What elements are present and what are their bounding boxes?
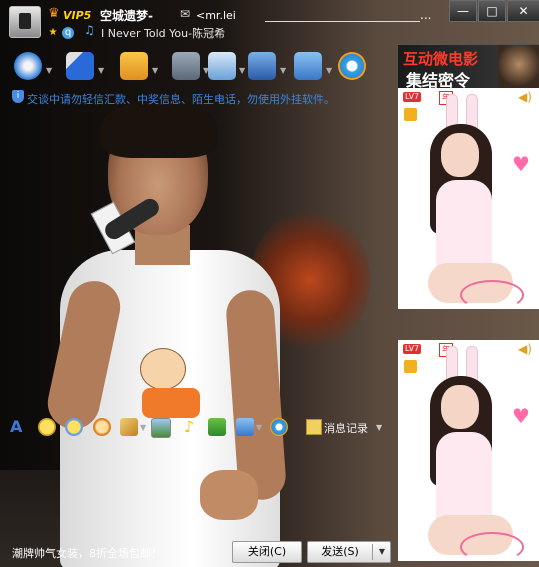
minimize-button[interactable]: — [449,0,477,22]
ad-title: 互动微电影 [403,50,479,68]
music-icon[interactable]: ♪ [180,418,198,436]
send-divider [372,544,373,560]
email-ellipsis: ... [420,8,432,22]
star-icon: ★ [48,27,58,38]
magic-emoji-icon[interactable] [65,418,83,436]
speaker-icon[interactable]: ◀) [518,90,532,104]
image-icon[interactable] [151,418,171,438]
speaker-icon[interactable]: ◀) [518,342,532,356]
text-ad-link[interactable]: 潮牌帅气女装，8折全场包邮！ [12,545,162,561]
email-underline [265,21,420,22]
chevron-down-icon[interactable]: ▼ [152,66,158,75]
avatar-face [441,385,479,429]
show-level-badge: LV7 [403,92,422,102]
music-note-icon: ♫ [84,23,95,37]
contact-email: <mr.lei [196,9,236,22]
avatar-decoration [460,532,524,562]
app-box-icon[interactable] [248,52,276,80]
mail-icon: ✉ [180,7,191,21]
skype-icon[interactable] [270,418,288,436]
send-file-icon[interactable] [120,52,148,80]
nudge-icon[interactable] [93,418,111,436]
mini-game-icon[interactable] [208,418,226,436]
chevron-down-icon[interactable]: ▼ [256,423,262,432]
send-sms-icon[interactable] [172,52,200,80]
avatar-face [441,133,479,177]
send-button[interactable]: 发送(S) [308,542,372,562]
singer-hair [100,100,218,158]
screenshot-icon[interactable] [120,418,138,436]
create-discussion-icon[interactable] [208,52,236,80]
contact-show-panel[interactable]: LV7 年 ◀) ♥ [398,88,539,310]
ad-subtitle: 集结密令 [406,71,471,89]
chevron-down-icon[interactable]: ▼ [98,66,104,75]
title-bar: ♛ VIP5 空城遗梦- ✉ <mr.lei ... ★ q ♫ I Never … [0,0,539,44]
shirt-cartoon-body [142,388,200,418]
contact-avatar[interactable] [9,6,41,38]
gift-icon[interactable] [404,360,417,373]
shirt-cartoon-head [140,348,186,390]
close-window-button[interactable]: ✕ [507,0,539,22]
show-level-badge: LV7 [403,344,422,354]
maximize-button[interactable]: □ [478,0,506,22]
ad-image [498,45,539,88]
security-notice: 交谈中请勿轻信汇款、中奖信息、陌生电话，勿使用外挂软件。 [27,93,335,106]
status-icons: ★ q [47,24,77,39]
shield-icon: i [12,90,24,103]
send-button-group: 发送(S) ▼ [307,541,391,563]
heart-icon: ♥ [512,152,530,176]
send-options-chevron-icon[interactable]: ▼ [374,542,390,562]
window-controls: — □ ✕ [449,0,539,22]
remote-assist-icon[interactable] [294,52,322,80]
chevron-down-icon[interactable]: ▼ [140,423,146,432]
chevron-down-icon[interactable]: ▼ [280,66,286,75]
message-history-button[interactable]: 消息记录 [324,420,368,436]
qzone-icon[interactable]: q [62,27,74,39]
contact-name[interactable]: 空城遗梦- [100,7,153,24]
chat-window: ♛ VIP5 空城遗梦- ✉ <mr.lei ... ★ q ♫ I Never … [0,0,539,567]
vip-badge: VIP5 [63,9,92,22]
skype-icon[interactable] [338,52,366,80]
vip-crown-icon: ♛ [48,6,60,21]
now-playing-song[interactable]: I Never Told You-陈冠希 [101,25,225,41]
close-button[interactable]: 关闭(C) [232,541,302,563]
ad-banner[interactable]: 互动微电影 集结密令 [397,44,539,89]
remote-desktop-icon[interactable] [236,418,254,436]
gift-icon[interactable] [404,108,417,121]
emoji-icon[interactable] [38,418,56,436]
avatar-decoration [460,280,524,310]
my-show-panel[interactable]: LV7 年 ◀) ♥ [398,340,539,562]
chevron-down-icon[interactable]: ▼ [376,423,382,432]
message-history-icon[interactable] [306,419,322,435]
chevron-down-icon[interactable]: ▼ [46,66,52,75]
heart-icon: ♥ [512,404,530,428]
chevron-down-icon[interactable]: ▼ [239,66,245,75]
video-call-icon[interactable] [14,52,42,80]
font-icon[interactable]: A [10,418,28,436]
chevron-down-icon[interactable]: ▼ [326,66,332,75]
singer-hand [200,470,258,520]
voice-call-icon[interactable] [66,52,94,80]
